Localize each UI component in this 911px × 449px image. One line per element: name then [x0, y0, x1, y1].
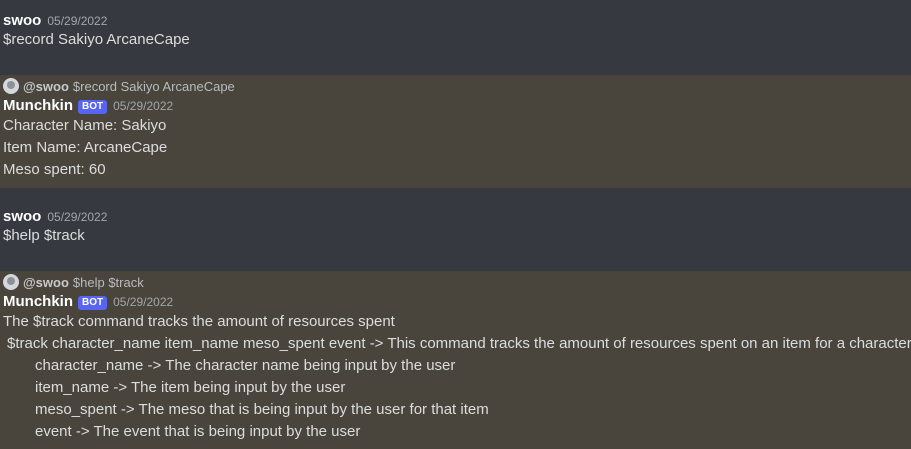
reply-username[interactable]: @swoo [23, 79, 69, 94]
message-header: Munchkin BOT 05/29/2022 [3, 97, 911, 115]
message-timestamp: 05/29/2022 [47, 210, 108, 224]
message-bot-record-reply: @swoo $record Sakiyo ArcaneCape Munchkin… [0, 75, 911, 188]
bot-badge: BOT [78, 100, 108, 114]
message-content-line: character_name -> The character name bei… [35, 357, 456, 374]
message-header: Munchkin BOT 05/29/2022 [3, 293, 911, 311]
message-header: swoo 05/29/2022 [3, 12, 911, 29]
message-content-line: The $track command tracks the amount of … [3, 313, 395, 330]
message-user-record: swoo 05/29/2022 $record Sakiyo ArcaneCap… [0, 12, 911, 51]
message-content-line: Character Name: Sakiyo [3, 117, 167, 134]
author-name[interactable]: Munchkin [3, 293, 73, 310]
message-content-line: $track character_name item_name meso_spe… [7, 335, 911, 352]
message-timestamp: 05/29/2022 [113, 295, 174, 309]
message-user-help: swoo 05/29/2022 $help $track [0, 208, 911, 247]
message-content-line: $record Sakiyo ArcaneCape [3, 31, 190, 48]
message-timestamp: 05/29/2022 [47, 14, 108, 28]
message-header: swoo 05/29/2022 [3, 208, 911, 225]
author-name[interactable]: Munchkin [3, 97, 73, 114]
message-content-line: $help $track [3, 227, 85, 244]
message-content-line: Meso spent: 60 [3, 161, 106, 178]
bot-badge: BOT [78, 296, 108, 310]
message-content-line: event -> The event that is being input b… [35, 423, 361, 440]
reply-username[interactable]: @swoo [23, 275, 69, 290]
message-content-line: item_name -> The item being input by the… [35, 379, 346, 396]
reply-reference[interactable]: @swoo $record Sakiyo ArcaneCape [3, 75, 911, 97]
message-content-line: Item Name: ArcaneCape [3, 139, 168, 156]
message-timestamp: 05/29/2022 [113, 99, 174, 113]
message-content-line: meso_spent -> The meso that is being inp… [35, 401, 489, 418]
user-avatar-icon [3, 274, 19, 290]
author-name[interactable]: swoo [3, 12, 41, 29]
reply-reference[interactable]: @swoo $help $track [3, 271, 911, 293]
author-name[interactable]: swoo [3, 208, 41, 225]
message-bot-help-reply: @swoo $help $track Munchkin BOT 05/29/20… [0, 271, 911, 449]
user-avatar-icon [3, 78, 19, 94]
reply-text[interactable]: $record Sakiyo ArcaneCape [73, 79, 235, 94]
reply-text[interactable]: $help $track [73, 275, 144, 290]
